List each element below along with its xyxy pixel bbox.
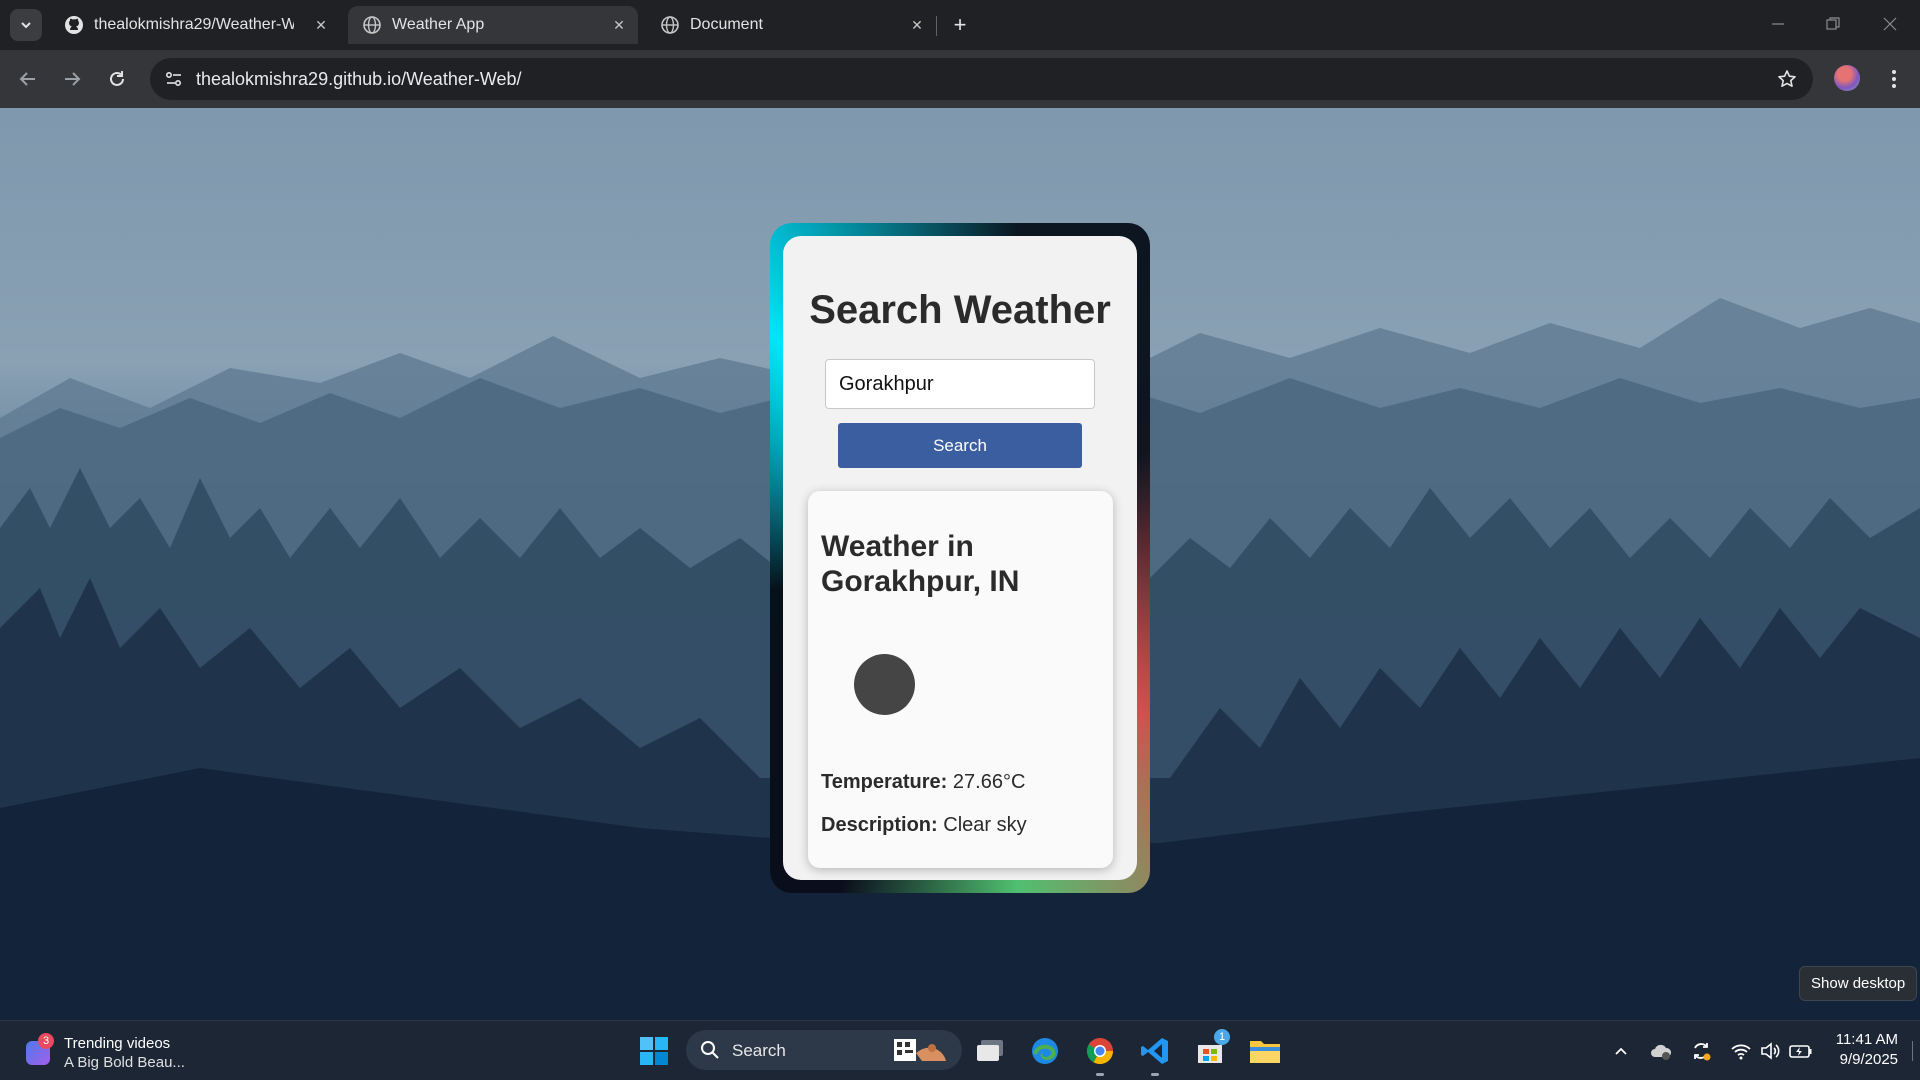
minimize-icon <box>1772 23 1784 25</box>
taskbar-search-box[interactable]: Search <box>686 1030 962 1070</box>
temperature-label: Temperature: <box>821 771 948 793</box>
sync-icon <box>1694 1043 1711 1061</box>
close-tab-icon[interactable]: ✕ <box>908 16 926 34</box>
city-search-input[interactable] <box>825 359 1095 409</box>
weather-card-frame: Search Weather Search Weather in Gorakhp… <box>770 223 1150 893</box>
volume-tray-icon[interactable] <box>1758 1039 1784 1063</box>
file-explorer-button[interactable] <box>1249 1035 1281 1067</box>
windows-logo-icon <box>640 1037 668 1065</box>
vscode-running-indicator <box>1151 1073 1159 1076</box>
edge-icon <box>1032 1038 1058 1064</box>
battery-tray-icon[interactable] <box>1788 1039 1814 1063</box>
start-button[interactable] <box>638 1035 670 1067</box>
minimize-button[interactable] <box>1760 8 1796 40</box>
reload-icon <box>110 71 124 86</box>
tab-label: Weather App <box>392 16 485 33</box>
tab-separator <box>936 16 937 36</box>
clock-date: 9/9/2025 <box>1839 1051 1898 1068</box>
close-window-button[interactable] <box>1872 8 1908 40</box>
sync-tray-icon[interactable] <box>1688 1039 1714 1063</box>
onedrive-tray-icon[interactable] <box>1648 1039 1674 1063</box>
search-button[interactable]: Search <box>838 423 1082 468</box>
more-vertical-icon <box>1892 70 1896 88</box>
task-view-icon <box>977 1040 1003 1061</box>
page-viewport: Search Weather Search Weather in Gorakhp… <box>0 108 1920 1020</box>
restore-icon <box>1826 17 1840 30</box>
address-bar[interactable]: thealokmishra29.github.io/Weather-Web/ <box>150 58 1813 100</box>
browser-toolbar: thealokmishra29.github.io/Weather-Web/ <box>0 50 1920 108</box>
search-highlight-icon <box>894 1039 946 1061</box>
reload-button[interactable] <box>101 63 133 95</box>
widget-title: Trending videos <box>64 1035 171 1052</box>
windows-taskbar: 3 Trending videos A Big Bold Beau... Sea… <box>0 1020 1920 1080</box>
tab-search-button[interactable] <box>10 9 42 41</box>
browser-menu-button[interactable] <box>1880 63 1908 95</box>
tab-weather-app[interactable]: Weather App ✕ <box>348 6 638 44</box>
widgets-button[interactable]: 3 Trending videos A Big Bold Beau... <box>24 1031 224 1071</box>
weather-icon <box>854 654 915 715</box>
show-desktop-tooltip: Show desktop <box>1799 966 1918 1001</box>
url-text: thealokmishra29.github.io/Weather-Web/ <box>196 69 522 89</box>
close-tab-icon[interactable]: ✕ <box>610 16 628 34</box>
vscode-icon <box>1141 1038 1168 1064</box>
widget-subtitle: A Big Bold Beau... <box>64 1054 185 1071</box>
weather-result-panel: Weather in Gorakhpur, IN Temperature: 27… <box>808 491 1113 868</box>
arrow-left-icon <box>19 72 35 86</box>
wifi-tray-icon[interactable] <box>1728 1039 1754 1063</box>
cloud-icon <box>1651 1044 1672 1060</box>
chrome-button[interactable] <box>1084 1035 1116 1067</box>
show-hidden-icons-button[interactable] <box>1608 1039 1634 1063</box>
forward-button[interactable] <box>56 63 88 95</box>
tab-label: Document <box>690 16 763 33</box>
task-view-button[interactable] <box>974 1035 1006 1067</box>
folder-icon <box>1250 1041 1280 1063</box>
site-info-icon[interactable] <box>160 65 188 93</box>
chevron-up-icon <box>1615 1047 1627 1055</box>
tab-github-repo[interactable]: thealokmishra29/Weather-Web ✕ <box>50 6 340 44</box>
close-tab-icon[interactable]: ✕ <box>312 16 330 34</box>
close-icon <box>1883 17 1897 31</box>
speaker-icon <box>1761 1042 1780 1060</box>
globe-icon <box>660 15 680 35</box>
tab-strip: thealokmishra29/Weather-Web ✕ Weather Ap… <box>0 0 1920 50</box>
weather-heading: Weather in Gorakhpur, IN <box>821 530 1020 598</box>
taskbar-search-label: Search <box>732 1041 786 1060</box>
battery-charging-icon <box>1789 1045 1812 1058</box>
edge-button[interactable] <box>1029 1035 1061 1067</box>
bookmark-star-icon[interactable] <box>1775 67 1799 91</box>
show-desktop-button[interactable] <box>1912 1041 1913 1061</box>
weather-card: Search Weather Search Weather in Gorakhp… <box>783 236 1137 880</box>
search-icon <box>698 1038 722 1062</box>
store-button[interactable]: 1 <box>1194 1029 1230 1067</box>
arrow-right-icon <box>65 72 81 86</box>
wifi-icon <box>1731 1044 1751 1060</box>
clock-time: 11:41 AM <box>1835 1031 1898 1048</box>
temperature-value: 27.66°C <box>952 771 1026 793</box>
widgets-badge: 3 <box>38 1033 54 1049</box>
temperature-row: Temperature: 27.66°C <box>821 771 1025 794</box>
profile-avatar[interactable] <box>1834 65 1860 91</box>
restore-button[interactable] <box>1815 8 1851 40</box>
back-button[interactable] <box>12 63 44 95</box>
system-clock[interactable]: 11:41 AM 9/9/2025 <box>1818 1030 1898 1070</box>
description-value: Clear sky <box>943 814 1027 836</box>
tab-label: thealokmishra29/Weather-Web <box>94 16 294 33</box>
chevron-down-icon <box>21 22 31 29</box>
github-icon <box>64 15 84 35</box>
chrome-icon <box>1086 1038 1114 1065</box>
globe-icon <box>362 15 382 35</box>
description-label: Description: <box>821 814 938 836</box>
vscode-button[interactable] <box>1139 1035 1171 1067</box>
store-badge: 1 <box>1214 1029 1230 1045</box>
new-tab-button[interactable]: + <box>946 11 974 39</box>
chrome-running-indicator <box>1096 1073 1104 1076</box>
tab-document[interactable]: Document ✕ <box>646 6 936 44</box>
page-title: Search Weather <box>809 288 1111 332</box>
description-row: Description: Clear sky <box>821 814 1027 837</box>
